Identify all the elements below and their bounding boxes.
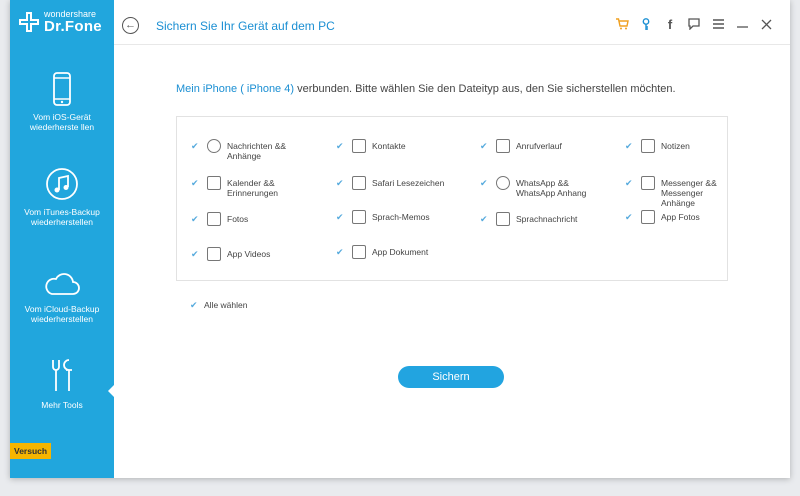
checkbox-checked-icon[interactable]: ✔	[191, 179, 200, 188]
image-icon	[641, 210, 655, 224]
instruction-text: verbunden. Bitte wählen Sie den Dateityp…	[294, 83, 676, 95]
file-type-photos[interactable]: ✔ Fotos	[191, 212, 301, 226]
microphone-icon	[496, 212, 510, 226]
sidebar-item-itunes-backup[interactable]: Vom iTunes-Backup wiederherstellen	[10, 167, 114, 227]
file-type-call-history[interactable]: ✔ Anrufverlauf	[480, 139, 590, 153]
window-controls: f	[610, 16, 778, 32]
file-type-label: App Fotos	[661, 212, 700, 222]
arrow-left-icon: ←	[125, 19, 136, 31]
file-type-label: Messenger && Messenger Anhänge	[661, 178, 717, 208]
sidebar-item-label: Vom iCloud-Backup wiederherstellen	[24, 304, 100, 324]
sidebar-item-ios-device[interactable]: Vom iOS-Gerät wiederherste llen	[10, 72, 114, 132]
file-type-calendar[interactable]: ✔ Kalender && Erinnerungen	[191, 176, 301, 198]
sidebar-item-icloud-backup[interactable]: Vom iCloud-Backup wiederherstellen	[10, 268, 114, 324]
close-icon[interactable]	[754, 16, 778, 32]
file-type-notes[interactable]: ✔ Notizen	[625, 139, 735, 153]
cart-icon[interactable]	[610, 16, 634, 32]
device-name: Mein iPhone ( iPhone 4)	[176, 83, 295, 95]
itunes-icon	[46, 168, 78, 200]
photos-icon	[207, 212, 221, 226]
voice-memo-icon	[352, 210, 366, 224]
title-bar: ← Sichern Sie Ihr Gerät auf dem PC f	[114, 0, 790, 45]
file-type-label: Fotos	[227, 214, 249, 224]
sidebar: wondershare Dr.Fone Vom iOS-Gerät wieder…	[10, 0, 114, 478]
checkbox-checked-icon[interactable]: ✔	[336, 179, 345, 188]
minimize-icon[interactable]	[730, 16, 754, 32]
phone-icon	[496, 139, 510, 153]
menu-icon[interactable]	[706, 16, 730, 32]
trial-badge[interactable]: Versuch	[10, 443, 52, 459]
checkbox-checked-icon[interactable]: ✔	[191, 250, 200, 259]
file-type-app-documents[interactable]: ✔ App Dokument	[336, 245, 446, 259]
tools-icon	[52, 359, 72, 391]
file-type-label: Sprach-Memos	[372, 212, 430, 222]
checkbox-checked-icon[interactable]: ✔	[190, 300, 199, 310]
save-button[interactable]: Sichern	[398, 366, 504, 388]
file-type-contacts[interactable]: ✔ Kontakte	[336, 139, 446, 153]
file-type-messages[interactable]: ✔ Nachrichten && Anhänge	[191, 139, 301, 161]
message-icon	[207, 139, 221, 153]
checkbox-checked-icon[interactable]: ✔	[336, 142, 345, 151]
file-type-label: Kalender && Erinnerungen	[227, 178, 279, 198]
drfone-logo-icon	[18, 11, 40, 33]
back-button[interactable]: ←	[122, 17, 139, 34]
cloud-icon	[45, 273, 80, 295]
safari-icon	[352, 176, 366, 190]
file-type-label: App Dokument	[372, 247, 429, 257]
file-type-panel: ✔ Nachrichten && Anhänge ✔ Kontakte ✔ An…	[176, 116, 728, 281]
checkbox-checked-icon[interactable]: ✔	[336, 248, 345, 257]
sidebar-item-label: Vom iOS-Gerät wiederherste llen	[29, 112, 95, 132]
checkbox-checked-icon[interactable]: ✔	[625, 213, 634, 222]
select-all-label: Alle wählen	[204, 300, 248, 310]
file-type-label: Notizen	[661, 141, 690, 151]
messenger-icon	[641, 176, 655, 190]
checkbox-checked-icon[interactable]: ✔	[480, 215, 489, 224]
select-all-checkbox[interactable]: ✔ Alle wählen	[190, 300, 247, 310]
file-type-voice-memos[interactable]: ✔ Sprach-Memos	[336, 210, 446, 224]
file-type-label: Safari Lesezeichen	[372, 178, 445, 188]
device-status-text: Mein iPhone ( iPhone 4) verbunden. Bitte…	[176, 83, 676, 95]
iphone-icon	[53, 72, 71, 106]
key-icon[interactable]	[634, 16, 658, 32]
file-type-label: WhatsApp && WhatsApp Anhang	[516, 178, 587, 198]
checkbox-checked-icon[interactable]: ✔	[480, 142, 489, 151]
file-type-app-photos[interactable]: ✔ App Fotos	[625, 210, 735, 224]
file-type-label: Anrufverlauf	[516, 141, 562, 151]
file-type-whatsapp[interactable]: ✔ WhatsApp && WhatsApp Anhang	[480, 176, 590, 198]
checkbox-checked-icon[interactable]: ✔	[191, 142, 200, 151]
file-type-safari[interactable]: ✔ Safari Lesezeichen	[336, 176, 446, 190]
notes-icon	[641, 139, 655, 153]
sidebar-item-label: Vom iTunes-Backup wiederherstellen	[24, 207, 100, 227]
file-type-messenger[interactable]: ✔ Messenger && Messenger Anhänge	[625, 176, 735, 208]
calendar-icon	[207, 176, 221, 190]
facebook-icon[interactable]: f	[658, 16, 682, 32]
brand-name: Dr.Fone	[44, 18, 102, 35]
checkbox-checked-icon[interactable]: ✔	[191, 215, 200, 224]
page-title: Sichern Sie Ihr Gerät auf dem PC	[156, 19, 335, 33]
whatsapp-icon	[496, 176, 510, 190]
file-type-label: Kontakte	[372, 141, 406, 151]
checkbox-checked-icon[interactable]: ✔	[480, 179, 489, 188]
file-type-app-videos[interactable]: ✔ App Videos	[191, 247, 301, 261]
checkbox-checked-icon[interactable]: ✔	[625, 142, 634, 151]
file-type-label: App Videos	[227, 249, 271, 259]
feedback-icon[interactable]	[682, 16, 706, 32]
checkbox-checked-icon[interactable]: ✔	[336, 213, 345, 222]
file-type-voicemail[interactable]: ✔ Sprachnachricht	[480, 212, 590, 226]
file-type-label: Sprachnachricht	[516, 214, 578, 224]
logo: wondershare Dr.Fone	[10, 0, 114, 44]
document-icon	[352, 245, 366, 259]
sidebar-item-label: Mehr Tools	[41, 400, 83, 410]
checkbox-checked-icon[interactable]: ✔	[625, 179, 634, 188]
video-icon	[207, 247, 221, 261]
sidebar-item-more-tools[interactable]: Mehr Tools	[10, 358, 114, 410]
file-type-label: Nachrichten && Anhänge	[227, 141, 287, 161]
contacts-icon	[352, 139, 366, 153]
